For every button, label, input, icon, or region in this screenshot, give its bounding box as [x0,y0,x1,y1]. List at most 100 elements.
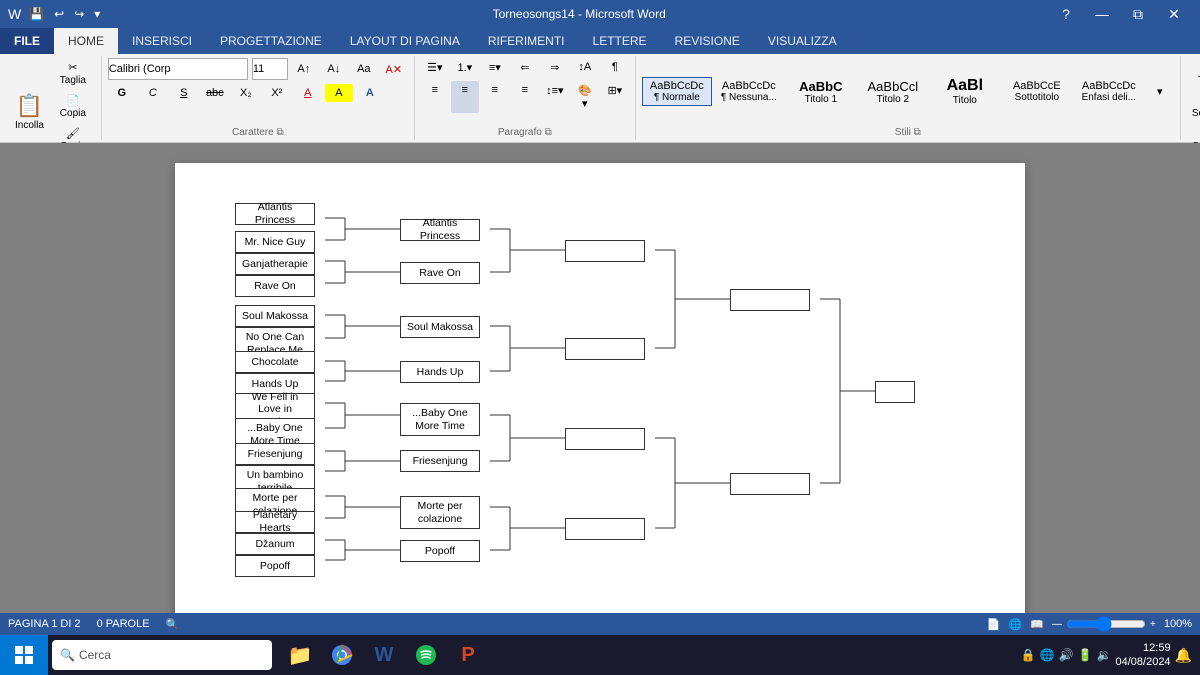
font-color-button[interactable]: A [294,84,322,102]
view-reading-button[interactable]: 📖 [1030,618,1044,631]
view-web-button[interactable]: 🌐 [1009,618,1023,631]
file-explorer-icon[interactable]: 📁 [280,635,320,675]
taskbar-search-box[interactable]: 🔍 Cerca [52,640,272,670]
r2-baby-one-more-time: ...Baby One More Time [400,403,480,436]
clear-format-button[interactable]: A✕ [380,60,408,79]
customize-button[interactable]: ▾ [92,7,102,21]
grow-font-button[interactable]: A↑ [290,60,318,78]
style-enfasi[interactable]: AaBbCcDc Enfasi deli... [1074,77,1144,106]
incolla-button[interactable]: 📋 Incolla [10,90,49,134]
start-button[interactable] [0,635,48,675]
tab-layout[interactable]: LAYOUT DI PAGINA [336,28,474,54]
style-normale[interactable]: AaBbCcDc ¶ Normale [642,77,712,106]
title-bar-icons: W 💾 ↩ ↪ ▾ [8,6,102,22]
font-size-input[interactable] [252,58,288,80]
align-left-button[interactable]: ≡ [421,81,449,113]
tray-icon-4[interactable]: 🔋 [1078,648,1093,662]
minimize-button[interactable]: — [1084,0,1120,28]
taskbar-clock[interactable]: 12:59 04/08/2024 [1116,641,1171,670]
bracket-lines [235,203,935,613]
shrink-font-button[interactable]: A↓ [320,60,348,78]
trova-button[interactable]: 🔍Trova ▾ [1193,58,1200,89]
carattere-controls: A↑ A↓ Aa A✕ G C S abc X₂ X² A A A [108,58,408,125]
numbering-button[interactable]: 1.▾ [451,58,479,77]
change-case-button[interactable]: Aa [350,60,378,78]
chrome-icon[interactable] [322,635,362,675]
tab-progettazione[interactable]: PROGETTAZIONE [206,28,336,54]
tab-lettere[interactable]: LETTERE [579,28,661,54]
shading-button[interactable]: 🎨▾ [571,81,599,113]
copia-button[interactable]: 📄Copia [51,91,95,122]
sostituisci-button[interactable]: ⇄Sostituisci [1187,91,1200,122]
tray-volume[interactable]: 🔉 [1097,648,1112,662]
borders-button[interactable]: ⊞▾ [601,81,629,113]
style-titolo2[interactable]: AaBbCcl Titolo 2 [858,76,928,108]
chrome-logo-icon [331,644,353,666]
tray-icon-1[interactable]: 🔒 [1021,648,1036,662]
tray-icon-3[interactable]: 🔊 [1059,648,1074,662]
word-icon: W [8,6,21,22]
style-titolo1[interactable]: AaBbC Titolo 1 [786,76,856,108]
redo-button[interactable]: ↪ [72,7,86,21]
r1-planetary-hearts: Planetary Hearts [235,511,315,533]
font-family-input[interactable] [108,58,248,80]
clock-date: 04/08/2024 [1116,655,1171,669]
superscript-button[interactable]: X² [263,84,291,102]
tab-inserisci[interactable]: INSERISCI [118,28,206,54]
spotify-icon[interactable] [406,635,446,675]
group-appunti: 📋 Incolla ✂Taglia 📄Copia 🖌Copia formato … [4,56,102,140]
bullets-button[interactable]: ☰▾ [421,58,449,77]
word-taskbar-icon[interactable]: W [364,635,404,675]
sort-button[interactable]: ↕A [571,58,599,77]
close-button[interactable]: ✕ [1156,0,1192,28]
help-button[interactable]: ? [1048,0,1084,28]
italic-button[interactable]: C [139,84,167,102]
r1-chocolate: Chocolate [235,351,315,373]
tab-revisione[interactable]: REVISIONE [661,28,754,54]
justify-button[interactable]: ≡ [511,81,539,113]
tab-visualizza[interactable]: VISUALIZZA [754,28,851,54]
r2-hands-up: Hands Up [400,361,480,383]
strikethrough-button[interactable]: abc [201,84,229,102]
tab-riferimenti[interactable]: RIFERIMENTI [474,28,579,54]
notification-button[interactable]: 🔔 [1175,647,1192,664]
maximize-button[interactable]: ⧉ [1120,0,1156,28]
tab-home[interactable]: HOME [54,28,118,54]
decrease-indent-button[interactable]: ⇐ [511,58,539,77]
align-right-button[interactable]: ≡ [481,81,509,113]
styles-expand-button[interactable]: ▾ [1146,82,1174,101]
style-sottotitolo[interactable]: AaBbCcE Sottotitolo [1002,77,1072,106]
style-titolo[interactable]: AaBl Titolo [930,74,1000,109]
underline-button[interactable]: S [170,84,198,102]
tab-file[interactable]: FILE [0,28,54,54]
increase-indent-button[interactable]: ⇒ [541,58,569,77]
doc-scroll[interactable]: Atlantis Princess Mr. Nice Guy Ganjather… [0,143,1200,613]
style-nessuna[interactable]: AaBbCcDc ¶ Nessuna... [714,77,784,106]
bold-button[interactable]: G [108,84,136,102]
zoom-level[interactable]: 100% [1164,618,1192,630]
highlight-button[interactable]: A [325,84,353,102]
tray-icon-2[interactable]: 🌐 [1040,648,1055,662]
taskbar: 🔍 Cerca 📁 W [0,635,1200,675]
align-center-button[interactable]: ≡ [451,81,479,113]
powerpoint-icon[interactable]: P [448,635,488,675]
search-icon: 🔍 [60,648,75,662]
view-print-button[interactable]: 📄 [987,618,1001,631]
group-stili: AaBbCcDc ¶ Normale AaBbCcDc ¶ Nessuna...… [636,56,1181,140]
taglia-button[interactable]: ✂Taglia [51,58,95,89]
paragrafo-controls: ☰▾ 1.▾ ≡▾ ⇐ ⇒ ↕A ¶ ≡ ≡ ≡ ≡ ↕≡▾ 🎨▾ [421,58,629,125]
zoom-slider[interactable]: — + [1052,616,1156,632]
save-button[interactable]: 💾 [27,7,46,21]
subscript-button[interactable]: X₂ [232,84,260,102]
zoom-range-input[interactable] [1066,616,1146,632]
show-marks-button[interactable]: ¶ [601,58,629,77]
r3-box4 [565,518,645,540]
group-paragrafo-label: Paragrafo ⧉ [421,125,629,138]
r1-rave-on: Rave On [235,275,315,297]
system-tray-icons: 🔒 🌐 🔊 🔋 🔉 [1021,648,1112,662]
page-indicator: PAGINA 1 DI 2 [8,618,81,630]
line-spacing-button[interactable]: ↕≡▾ [541,81,569,113]
multilevel-button[interactable]: ≡▾ [481,58,509,77]
text-effects-button[interactable]: A [356,84,384,102]
undo-button[interactable]: ↩ [52,7,66,21]
